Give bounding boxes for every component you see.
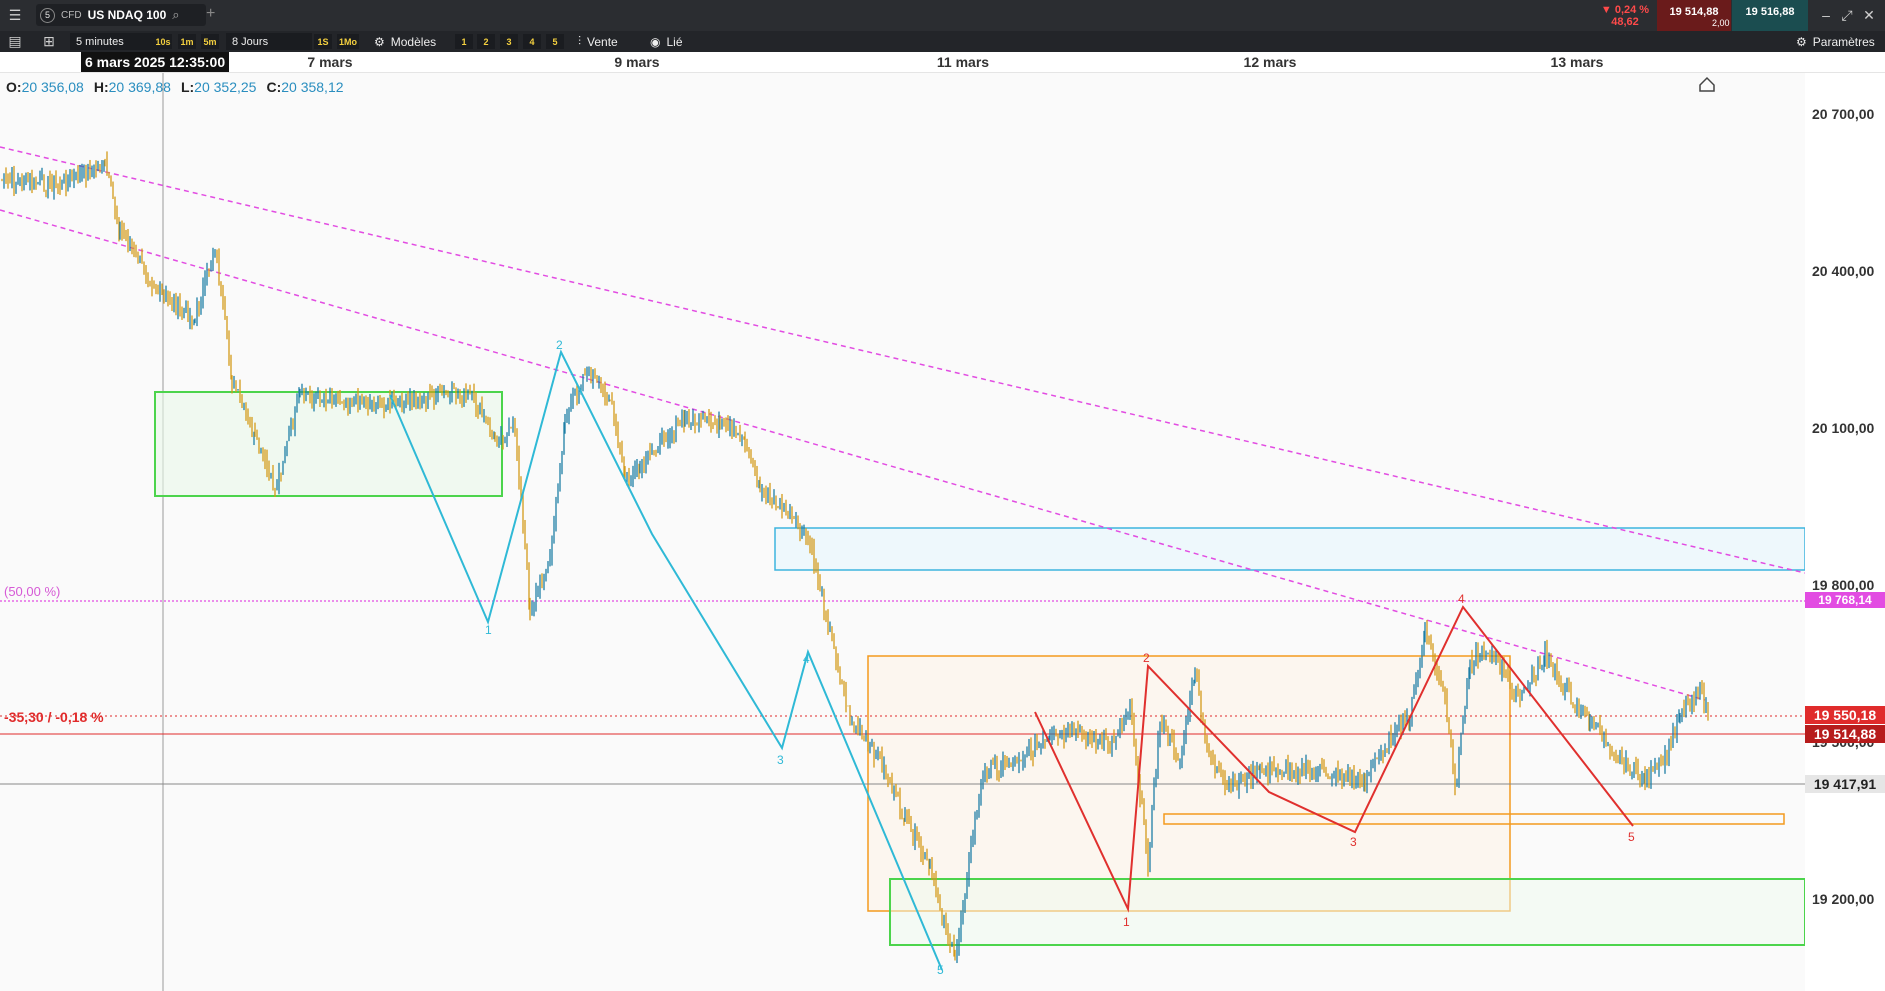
wave-blue-label-3: 3 xyxy=(777,753,784,767)
level-3[interactable]: 3 xyxy=(500,34,518,49)
interval-10s[interactable]: 10s xyxy=(154,34,172,49)
instrument-name: US NDAQ 100 xyxy=(87,8,167,22)
zone-green-upper xyxy=(154,391,503,497)
menu-icon[interactable]: ☰ xyxy=(4,4,26,26)
quote-change: ▼ 0,24 % 48,62 xyxy=(1594,0,1656,31)
range-label: 8 Jours xyxy=(232,35,269,48)
minimize-icon[interactable]: – xyxy=(1815,4,1837,26)
date-label: 13 mars xyxy=(1550,54,1604,70)
linked-label: Lié xyxy=(666,34,683,49)
fib-label: (50,00 %) xyxy=(4,584,61,599)
ask-button[interactable]: 19 516,88 xyxy=(1732,0,1808,31)
date-label: 7 mars xyxy=(307,54,353,70)
ohlc-high-label: H: xyxy=(93,79,109,95)
fib-price-tag: 19 768,14 xyxy=(1805,592,1885,608)
price-tick: 19 200,00 xyxy=(1812,891,1875,907)
wave-blue-label-5: 5 xyxy=(937,963,944,977)
wave-red-label-4: 4 xyxy=(1458,592,1465,606)
models-icon: ⚙ xyxy=(374,34,385,49)
price-tick: 19 800,00 xyxy=(1812,577,1875,593)
instrument-selector[interactable]: 5 CFD US NDAQ 100 ⌕ xyxy=(36,4,206,26)
instrument-badge: 5 xyxy=(40,7,55,23)
chart-canvas: 1 2 3 4 5 1 2 3 4 5 xyxy=(0,73,1805,991)
wave-red-label-2: 2 xyxy=(1143,651,1150,665)
bid-price: 19 514,88 xyxy=(1669,5,1719,18)
models-label: Modèles xyxy=(390,34,437,49)
models-menu[interactable]: ⚙ Modèles xyxy=(374,33,436,50)
price-axis[interactable] xyxy=(1805,73,1885,991)
date-axis: 6 mars 2025 12:35:00 7 mars 9 mars 11 ma… xyxy=(0,52,1885,73)
sell-label: Vente xyxy=(587,34,618,49)
range-select[interactable]: 8 Jours xyxy=(226,33,312,50)
ohlc-high: H:20 369,88 xyxy=(94,79,171,95)
ohlc-close-value: 20 358,12 xyxy=(281,79,344,95)
gear-icon: ⚙ xyxy=(1796,34,1807,49)
ohlc-open-value: 20 356,08 xyxy=(21,79,84,95)
period-1s[interactable]: 1S xyxy=(314,34,332,49)
price-tick: 20 700,00 xyxy=(1812,106,1875,122)
variation-label: -35,30 / -0,18 % xyxy=(4,709,104,725)
wave-red-label-3: 3 xyxy=(1350,835,1357,849)
interval-5m[interactable]: 5m xyxy=(201,34,219,49)
change-pct: ▼ 0,24 % xyxy=(1600,3,1650,16)
price-tick: 20 100,00 xyxy=(1812,420,1875,436)
list-icon[interactable]: ▤ xyxy=(4,31,26,52)
linked-menu[interactable]: ◉ Lié xyxy=(650,33,683,50)
ohlc-low-value: 20 352,25 xyxy=(194,79,257,95)
ask-price: 19 516,88 xyxy=(1745,5,1795,18)
wave-blue-label-4: 4 xyxy=(803,652,810,666)
level-5[interactable]: 5 xyxy=(546,34,564,49)
date-label: 12 mars xyxy=(1243,54,1297,70)
period-1mo[interactable]: 1Mo xyxy=(337,34,359,49)
eye-icon: ◉ xyxy=(650,34,661,49)
zone-green-lower xyxy=(889,878,1805,946)
sell-menu[interactable]: ⫶ Vente xyxy=(578,33,618,50)
ohlc-readout: O:20 356,08 H:20 369,88 L:20 352,25 C:20… xyxy=(6,79,344,95)
change-pts: 48,62 xyxy=(1611,15,1639,28)
ohlc-close: C:20 358,12 xyxy=(266,79,343,95)
settings-button[interactable]: ⚙ Paramètres xyxy=(1796,33,1875,50)
chart-toolbar: ▤ ⊞ 5 minutes 10s 1m 5m 8 Jours 1S 1Mo ⚙… xyxy=(0,31,1885,52)
layout-icon[interactable]: ⊞ xyxy=(38,31,60,52)
wave-blue-label-2: 2 xyxy=(556,338,563,352)
date-label: 11 mars xyxy=(936,54,990,70)
ohlc-open: O:20 356,08 xyxy=(6,79,84,95)
chart-area[interactable]: 1 2 3 4 5 1 2 3 4 5 xyxy=(0,73,1805,991)
close-icon[interactable]: ✕ xyxy=(1858,4,1880,26)
wave-red-label-5: 5 xyxy=(1628,830,1635,844)
top-bar: ☰ 5 CFD US NDAQ 100 ⌕ + ▼ 0,24 % 48,62 1… xyxy=(0,0,1885,31)
spread-value: 2,00 xyxy=(1712,18,1730,28)
bid-price-tag: 19 514,88 xyxy=(1805,725,1885,743)
zone-blue xyxy=(774,527,1805,571)
interval-1m[interactable]: 1m xyxy=(178,34,196,49)
ohlc-open-label: O: xyxy=(6,79,22,95)
current-date: 6 mars 2025 12:35:00 xyxy=(81,52,230,72)
wave-blue-label-1: 1 xyxy=(485,623,492,637)
settings-label: Paramètres xyxy=(1812,34,1875,49)
price-tick: 20 400,00 xyxy=(1812,263,1875,279)
level-1[interactable]: 1 xyxy=(455,34,473,49)
chart-type-icon: ⫶ xyxy=(578,34,582,48)
add-tab-icon[interactable]: + xyxy=(206,5,215,23)
ohlc-high-value: 20 369,88 xyxy=(108,79,171,95)
ohlc-low: L:20 352,25 xyxy=(181,79,257,95)
search-icon[interactable]: ⌕ xyxy=(172,7,179,23)
trendline-upper xyxy=(0,146,1805,574)
home-icon xyxy=(1699,76,1715,92)
wave-red-label-1: 1 xyxy=(1123,915,1130,929)
date-label: 9 mars xyxy=(614,54,660,70)
timeframe-label: 5 minutes xyxy=(76,35,124,48)
level-2[interactable]: 2 xyxy=(477,34,495,49)
last-price-tag: 19 550,18 xyxy=(1805,706,1885,724)
level-4[interactable]: 4 xyxy=(523,34,541,49)
ohlc-close-label: C: xyxy=(266,79,282,95)
ohlc-low-label: L: xyxy=(180,79,195,95)
expand-icon[interactable]: ⤢ xyxy=(1836,4,1858,26)
timeframe-select[interactable]: 5 minutes xyxy=(70,33,160,50)
instrument-type: CFD xyxy=(61,9,82,21)
crosshair-price-tag: 19 417,91 xyxy=(1805,775,1885,793)
